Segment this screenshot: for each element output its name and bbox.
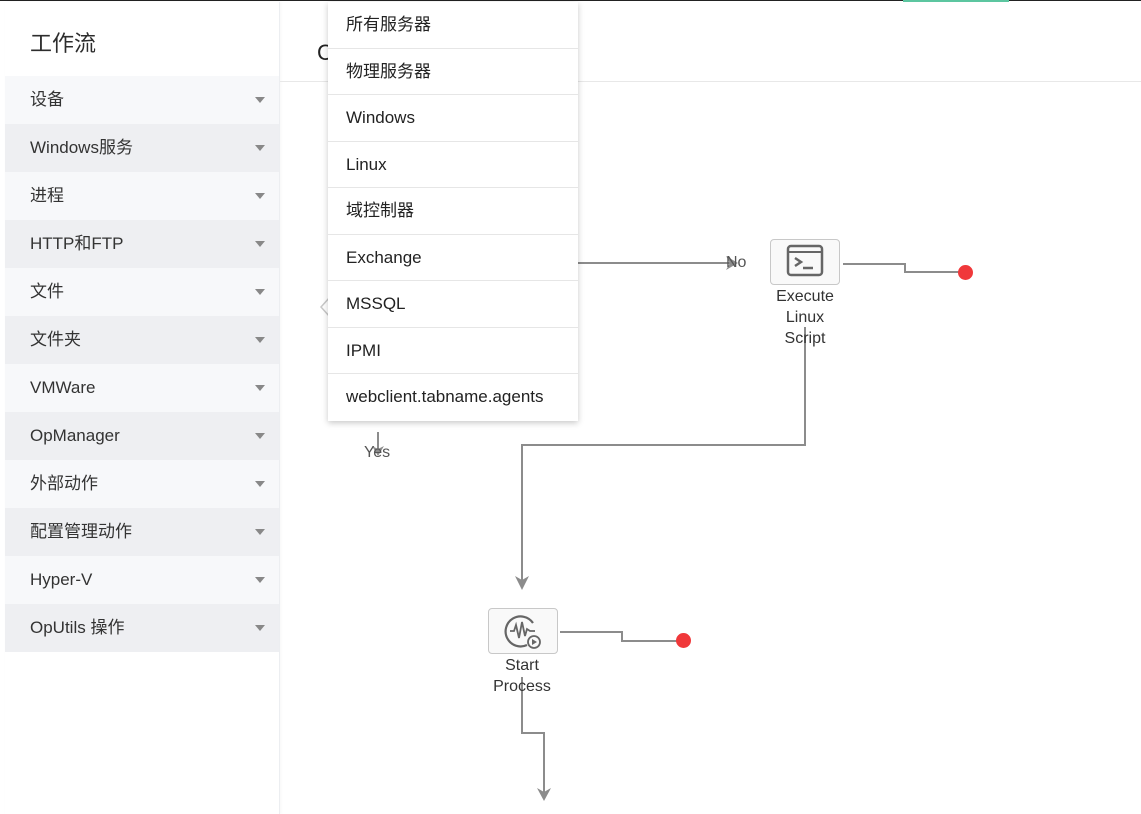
category-list: 设备 Windows服务 进程 HTTP和FTP 文件文件夹 VMWare OpManage… <box>5 76 279 652</box>
sidebar-category[interactable]: VMWare <box>5 364 279 412</box>
dropdown-item[interactable]: Linux <box>328 142 578 188</box>
server-type-dropdown-menu: 所有服务器 物理服务器 Windows Linux 域控制器 Exchange MSSQL I… <box>328 2 578 421</box>
sidebar-category[interactable]: HTTP和FTP <box>5 220 279 268</box>
caret-down-icon[interactable] <box>255 289 265 295</box>
node-label-line: Start <box>505 657 539 674</box>
dropdown-item[interactable]: MSSQL <box>328 281 578 328</box>
connector-execute-to-end <box>843 263 960 273</box>
node-label-line: Execute <box>776 288 834 305</box>
sidebar-category[interactable]: 文件夹 <box>5 316 279 364</box>
caret-down-icon[interactable] <box>255 577 265 583</box>
caret-down-icon[interactable] <box>255 433 265 439</box>
node-label-line: Process <box>493 678 551 695</box>
caret-down-icon[interactable] <box>255 625 265 631</box>
sidebar-category[interactable]: 文件 <box>5 268 279 316</box>
node-label-start-process: Start Process <box>467 655 577 697</box>
action-palette-sidebar: 工作流 设备 Windows服务 进程 HTTP和FTP 文件文件夹 VMWare OpMa… <box>5 2 280 814</box>
connector-start-to-end <box>560 631 678 642</box>
node-label-line: Script <box>784 330 826 347</box>
sidebar-category-label: 文件夹 <box>30 330 81 349</box>
caret-down-icon[interactable] <box>255 385 265 391</box>
sidebar-category[interactable]: 配置管理动作 <box>5 508 279 556</box>
sidebar-category-label: 外部动作 <box>30 474 98 493</box>
sidebar-category[interactable]: 设备 <box>5 76 279 124</box>
sidebar-category[interactable]: OpManager <box>5 412 279 460</box>
sidebar-category[interactable]: OpUtils 操作 <box>5 604 279 652</box>
node-label-line: Linux <box>785 309 825 326</box>
sidebar-category-label: 进程 <box>30 186 64 205</box>
sidebar-category-label: 配置管理动作 <box>30 522 132 541</box>
sidebar-category[interactable]: Windows服务 <box>5 124 279 172</box>
dropdown-item[interactable]: webclient.tabname.agents <box>328 374 578 421</box>
sidebar-category-label: OpUtils 操作 <box>30 618 125 637</box>
sidebar-category-label: HTTP和FTP <box>30 234 124 253</box>
caret-down-icon[interactable] <box>255 481 265 487</box>
sidebar-title: 工作流 <box>30 31 97 56</box>
sidebar-category-label: OpManager <box>30 426 120 445</box>
dropdown-item[interactable]: 物理服务器 <box>328 49 578 95</box>
caret-down-icon[interactable] <box>255 241 265 247</box>
process-activity-icon <box>504 615 541 649</box>
end-node-dot[interactable] <box>676 633 691 648</box>
dropdown-item[interactable]: 域控制器 <box>328 188 578 235</box>
dropdown-item[interactable]: Windows <box>328 95 578 142</box>
node-execute-linux-script[interactable] <box>770 239 840 285</box>
sidebar-category[interactable]: 外部动作 <box>5 460 279 508</box>
sidebar-category-label: 文件 <box>30 282 64 301</box>
dropdown-item[interactable]: Exchange <box>328 235 578 281</box>
caret-down-icon[interactable] <box>255 145 265 151</box>
node-start-process[interactable] <box>488 608 558 654</box>
caret-down-icon[interactable] <box>255 193 265 199</box>
node-label-execute-linux-script: Execute Linux Script <box>750 286 860 349</box>
terminal-icon <box>786 244 824 277</box>
edge-label-no: No <box>726 254 747 271</box>
edge-label-yes: Yes <box>364 444 391 461</box>
caret-down-icon[interactable] <box>255 529 265 535</box>
caret-down-icon[interactable] <box>255 97 265 103</box>
sidebar-category[interactable]: 进程 <box>5 172 279 220</box>
dropdown-item[interactable]: IPMI <box>328 328 578 374</box>
sidebar-category-label: Windows服务 <box>30 138 133 157</box>
sidebar-category-label: 设备 <box>30 90 64 109</box>
sidebar-category-label: VMWare <box>30 378 96 397</box>
sidebar-category-label: Hyper-V <box>30 570 93 589</box>
end-node-dot[interactable] <box>958 265 973 280</box>
caret-down-icon[interactable] <box>255 337 265 343</box>
dropdown-item[interactable]: 所有服务器 <box>328 2 578 49</box>
sidebar-category[interactable]: Hyper-V <box>5 556 279 604</box>
